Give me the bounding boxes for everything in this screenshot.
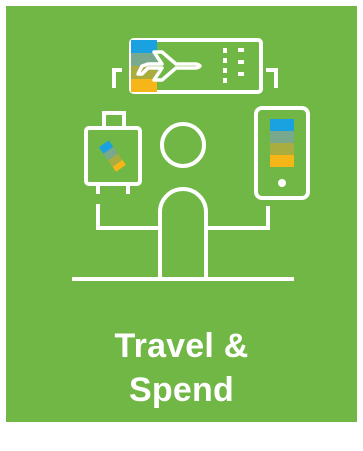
phone-screen-bars (270, 119, 294, 187)
person-icon (158, 122, 208, 279)
tile-title: Travel & Spend (6, 324, 357, 412)
travel-spend-illustration (72, 38, 310, 281)
travel-spend-tile[interactable]: Travel & Spend (6, 6, 357, 422)
luggage-tag-icon (98, 140, 126, 172)
tile-title-line-2: Spend (129, 371, 234, 409)
tile-title-line-1: Travel & (114, 327, 249, 365)
